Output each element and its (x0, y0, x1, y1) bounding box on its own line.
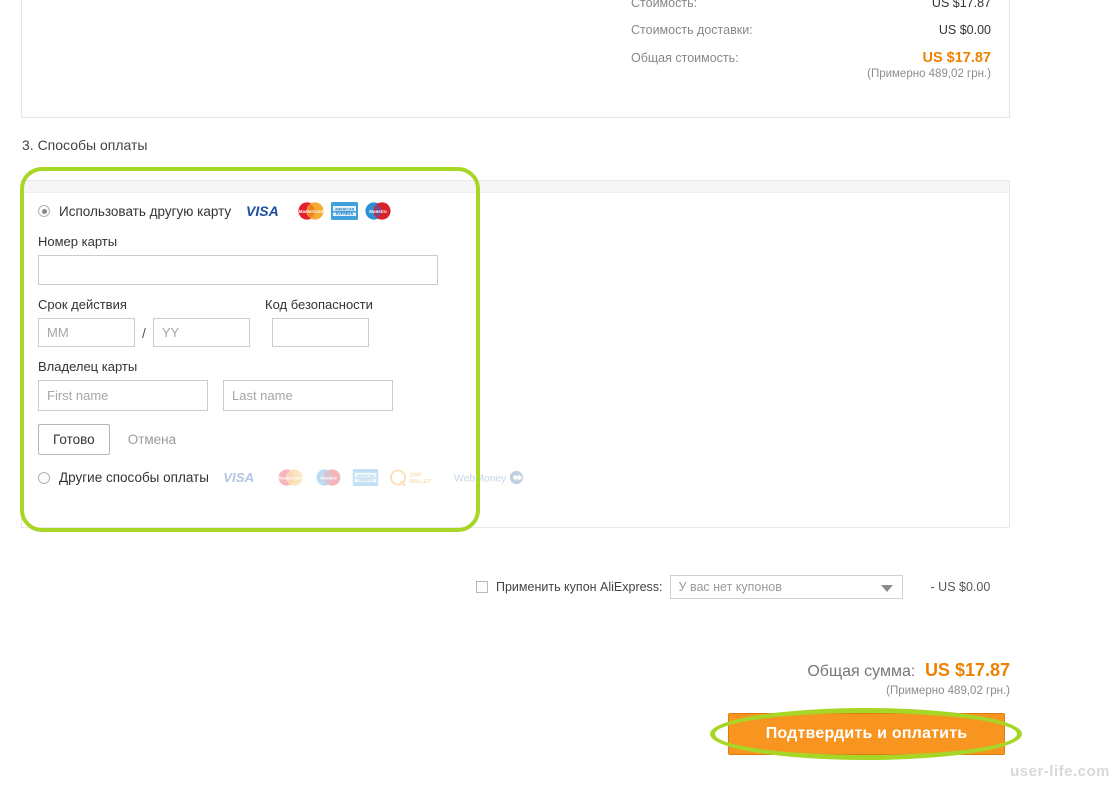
expiry-security-labels: Срок действия Код безопасности (38, 297, 468, 312)
svg-text:AMERICAN: AMERICAN (356, 474, 375, 478)
expiry-label: Срок действия (38, 297, 127, 312)
other-payment-method-logos: VISA MasterCard Maestro AMERICAN EXPRESS (221, 469, 535, 486)
summary-total-approx: (Примерно 489,02 грн.) (867, 68, 991, 80)
visa-logo: VISA (246, 203, 279, 219)
last-name-input[interactable] (223, 380, 393, 411)
security-code-label: Код безопасности (265, 297, 373, 312)
svg-text:WebMoney: WebMoney (454, 473, 507, 484)
card-form: Использовать другую карту VISA MasterCar… (38, 200, 523, 486)
svg-text:QIWI: QIWI (409, 473, 421, 479)
cardholder-inputs (38, 380, 468, 411)
webmoney-logo: WebMoney (454, 470, 523, 484)
summary-total-row: Общая стоимость: US $17.87 (631, 50, 991, 66)
order-summary-panel: Стоимость: US $17.87 Стоимость доставки:… (21, 0, 1010, 118)
svg-text:Maestro: Maestro (369, 209, 387, 214)
svg-text:Maestro: Maestro (320, 475, 337, 480)
radio-other-payment-methods[interactable] (38, 471, 50, 484)
payment-section-title: 3. Способы оплаты (22, 137, 148, 153)
chevron-down-icon (880, 585, 893, 592)
mastercard-logo: MasterCard (278, 469, 303, 486)
expiry-separator: / (142, 324, 146, 341)
svg-text:WALLET: WALLET (409, 479, 431, 485)
amex-logo: AMERICAN EXPRESS (331, 202, 359, 220)
other-payment-methods-option[interactable]: Другие способы оплаты VISA MasterCard Ma… (38, 469, 523, 486)
use-other-card-label: Использовать другую карту (59, 203, 232, 219)
use-other-card-option[interactable]: Использовать другую карту VISA MasterCar… (38, 200, 468, 222)
svg-text:AMERICAN: AMERICAN (335, 207, 355, 211)
maestro-logo: Maestro (365, 202, 391, 220)
svg-text:EXPRESS: EXPRESS (357, 478, 374, 482)
mastercard-logo: MasterCard (298, 202, 324, 220)
card-number-label: Номер карты (38, 234, 118, 249)
radio-use-other-card[interactable] (38, 205, 50, 217)
card-number-input[interactable] (38, 255, 438, 285)
grand-total-approx: (Примерно 489,02 грн.) (886, 685, 1010, 697)
done-button[interactable]: Готово (38, 424, 110, 455)
qiwi-wallet-logo: QIWI WALLET (389, 469, 431, 486)
expiry-security-inputs: / (38, 318, 468, 347)
summary-row: Стоимость доставки: US $0.00 (631, 23, 991, 37)
svg-text:MasterCard: MasterCard (299, 209, 323, 214)
other-payment-methods-label: Другие способы оплаты (59, 470, 209, 485)
panel-top-strip (22, 181, 1009, 193)
summary-total-label: Общая стоимость: (631, 51, 739, 65)
svg-text:VISA: VISA (223, 470, 254, 485)
first-name-input[interactable] (38, 380, 208, 411)
coupon-discount-amount: - US $0.00 (930, 580, 991, 594)
apply-coupon-label: Применить купон AliExpress: (496, 580, 663, 594)
confirm-and-pay-button[interactable]: Подтвердить и оплатить (728, 713, 1005, 755)
card-brand-logos: VISA MasterCard AMERICAN EXPRESS Maestro (245, 202, 398, 220)
summary-total-value: US $17.87 (922, 50, 991, 66)
summary-row-value: US $17.87 (931, 0, 991, 10)
expiry-year-input[interactable] (152, 318, 250, 347)
svg-text:MasterCard: MasterCard (279, 475, 302, 480)
coupon-select[interactable]: У вас нет купонов (669, 575, 903, 599)
svg-text:EXPRESS: EXPRESS (336, 212, 354, 216)
apply-coupon-checkbox[interactable] (476, 581, 488, 593)
card-form-actions: Готово Отмена (38, 424, 468, 455)
coupon-row: Применить купон AliExpress: У вас нет ку… (476, 575, 990, 599)
summary-row-label: Стоимость доставки: (631, 23, 753, 37)
maestro-logo: Maestro (316, 469, 341, 486)
cardholder-label: Владелец карты (38, 359, 138, 374)
grand-total: Общая сумма: US $17.87 (Примерно 489,02 … (807, 660, 1010, 697)
visa-logo: VISA (223, 470, 254, 485)
summary-row: Стоимость: US $17.87 (631, 0, 991, 10)
amex-logo: AMERICAN EXPRESS (352, 469, 379, 486)
summary-row-label: Стоимость: (631, 0, 698, 10)
order-summary-rows: Стоимость: US $17.87 Стоимость доставки:… (631, 0, 991, 80)
cancel-button[interactable]: Отмена (128, 432, 176, 447)
svg-text:VISA: VISA (246, 203, 279, 219)
expiry-month-input[interactable] (38, 318, 135, 347)
grand-total-value: US $17.87 (924, 660, 1010, 680)
grand-total-line: Общая сумма: US $17.87 (807, 660, 1010, 681)
watermark: user-life.com (1010, 763, 1110, 780)
summary-row-value: US $0.00 (938, 23, 991, 37)
security-code-input[interactable] (271, 318, 369, 347)
coupon-selected-option: У вас нет купонов (678, 580, 782, 594)
grand-total-label: Общая сумма: (807, 663, 916, 680)
